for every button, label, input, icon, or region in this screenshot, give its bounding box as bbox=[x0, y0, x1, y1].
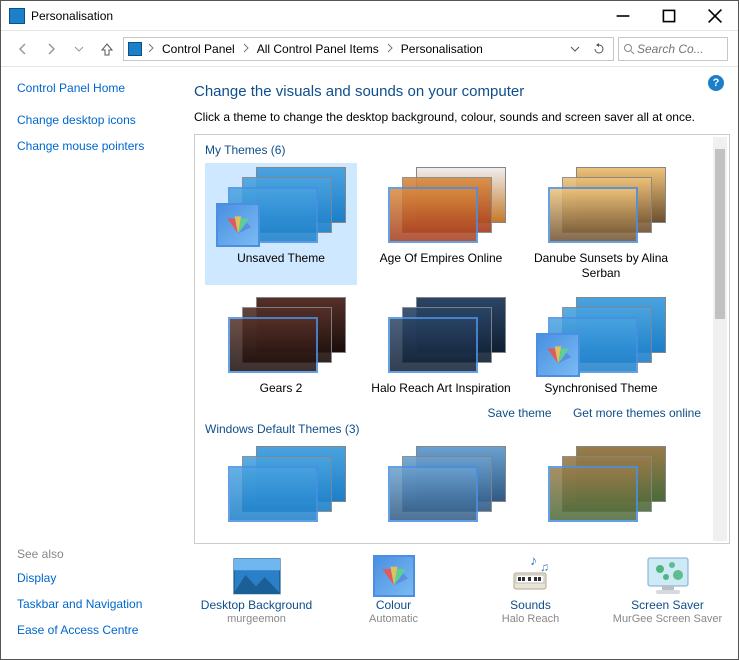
theme-unsaved[interactable]: Unsaved Theme bbox=[205, 163, 357, 285]
screen-saver-icon bbox=[644, 556, 692, 596]
action-label: Colour bbox=[376, 598, 411, 612]
action-label: Screen Saver bbox=[631, 598, 704, 612]
back-button[interactable] bbox=[11, 37, 35, 61]
colour-icon bbox=[370, 556, 418, 596]
save-theme-link[interactable]: Save theme bbox=[488, 406, 552, 420]
breadcrumb-all-items[interactable]: All Control Panel Items bbox=[255, 42, 381, 56]
theme-default-2[interactable] bbox=[365, 442, 517, 494]
desktop-background-action[interactable]: Desktop Background murgeemon bbox=[194, 556, 319, 625]
theme-aoe[interactable]: Age Of Empires Online bbox=[365, 163, 517, 285]
theme-gears[interactable]: Gears 2 bbox=[205, 293, 357, 400]
default-themes-heading: Windows Default Themes (3) bbox=[205, 422, 719, 436]
see-also-heading: See also bbox=[17, 547, 170, 561]
search-icon bbox=[623, 43, 635, 55]
window-title: Personalisation bbox=[31, 9, 113, 23]
my-themes-heading: My Themes (6) bbox=[205, 143, 719, 157]
main-panel: ? Change the visuals and sounds on your … bbox=[176, 67, 738, 659]
action-value: Automatic bbox=[369, 613, 418, 625]
address-bar[interactable]: Control Panel All Control Panel Items Pe… bbox=[123, 37, 614, 61]
address-dropdown[interactable] bbox=[565, 44, 585, 54]
theme-default-3[interactable] bbox=[525, 442, 677, 494]
action-value: Halo Reach bbox=[502, 613, 559, 625]
get-more-themes-link[interactable]: Get more themes online bbox=[573, 406, 701, 420]
settings-row: Desktop Background murgeemon Colour Auto… bbox=[194, 556, 730, 625]
colour-action[interactable]: Colour Automatic bbox=[331, 556, 456, 625]
theme-danube[interactable]: Danube Sunsets by Alina Serban bbox=[525, 163, 677, 285]
action-label: Sounds bbox=[510, 598, 551, 612]
chevron-right-icon bbox=[385, 42, 395, 56]
theme-label: Unsaved Theme bbox=[237, 251, 325, 266]
theme-label: Halo Reach Art Inspiration bbox=[371, 381, 510, 396]
navigation-bar: Control Panel All Control Panel Items Pe… bbox=[1, 31, 738, 67]
breadcrumb-control-panel[interactable]: Control Panel bbox=[160, 42, 237, 56]
up-button[interactable] bbox=[95, 37, 119, 61]
address-icon bbox=[128, 42, 142, 56]
theme-label: Gears 2 bbox=[260, 381, 303, 396]
maximize-button[interactable] bbox=[646, 1, 692, 31]
sounds-icon: ♪ ♫ bbox=[507, 556, 555, 596]
search-box[interactable] bbox=[618, 37, 728, 61]
action-value: murgeemon bbox=[227, 613, 286, 625]
breadcrumb-personalisation[interactable]: Personalisation bbox=[399, 42, 485, 56]
svg-text:♫: ♫ bbox=[540, 560, 549, 574]
minimize-button[interactable] bbox=[600, 1, 646, 31]
theme-label: Danube Sunsets by Alina Serban bbox=[529, 251, 673, 281]
display-link[interactable]: Display bbox=[17, 571, 170, 585]
change-mouse-pointers-link[interactable]: Change mouse pointers bbox=[17, 139, 170, 153]
action-label: Desktop Background bbox=[201, 598, 312, 612]
help-icon[interactable]: ? bbox=[708, 75, 724, 91]
page-subtitle: Click a theme to change the desktop back… bbox=[194, 110, 730, 124]
ease-of-access-link[interactable]: Ease of Access Centre bbox=[17, 623, 170, 637]
theme-sync[interactable]: Synchronised Theme bbox=[525, 293, 677, 400]
theme-label: Synchronised Theme bbox=[544, 381, 657, 396]
search-input[interactable] bbox=[635, 41, 715, 57]
recent-dropdown[interactable] bbox=[67, 37, 91, 61]
chevron-right-icon bbox=[241, 42, 251, 56]
page-heading: Change the visuals and sounds on your co… bbox=[194, 83, 730, 100]
color-swatch-icon bbox=[216, 203, 260, 247]
sidebar: Control Panel Home Change desktop icons … bbox=[1, 67, 176, 659]
app-icon bbox=[9, 8, 25, 24]
svg-text:♪: ♪ bbox=[530, 555, 537, 568]
control-panel-home-link[interactable]: Control Panel Home bbox=[17, 81, 170, 95]
close-button[interactable] bbox=[692, 1, 738, 31]
chevron-right-icon bbox=[146, 42, 156, 56]
title-bar: Personalisation bbox=[1, 1, 738, 31]
sounds-action[interactable]: ♪ ♫ Sounds Halo Reach bbox=[468, 556, 593, 625]
themes-list: My Themes (6) Unsaved Theme Age Of Empir… bbox=[194, 134, 730, 544]
color-swatch-icon bbox=[536, 333, 580, 377]
desktop-background-icon bbox=[233, 556, 281, 596]
taskbar-link[interactable]: Taskbar and Navigation bbox=[17, 597, 170, 611]
screen-saver-action[interactable]: Screen Saver MurGee Screen Saver bbox=[605, 556, 730, 625]
change-desktop-icons-link[interactable]: Change desktop icons bbox=[17, 113, 170, 127]
scrollbar[interactable] bbox=[713, 137, 727, 541]
theme-halo[interactable]: Halo Reach Art Inspiration bbox=[365, 293, 517, 400]
action-value: MurGee Screen Saver bbox=[613, 613, 722, 625]
theme-label: Age Of Empires Online bbox=[380, 251, 503, 266]
scrollbar-thumb[interactable] bbox=[715, 149, 725, 319]
forward-button[interactable] bbox=[39, 37, 63, 61]
theme-default-1[interactable] bbox=[205, 442, 357, 494]
refresh-button[interactable] bbox=[589, 43, 609, 55]
